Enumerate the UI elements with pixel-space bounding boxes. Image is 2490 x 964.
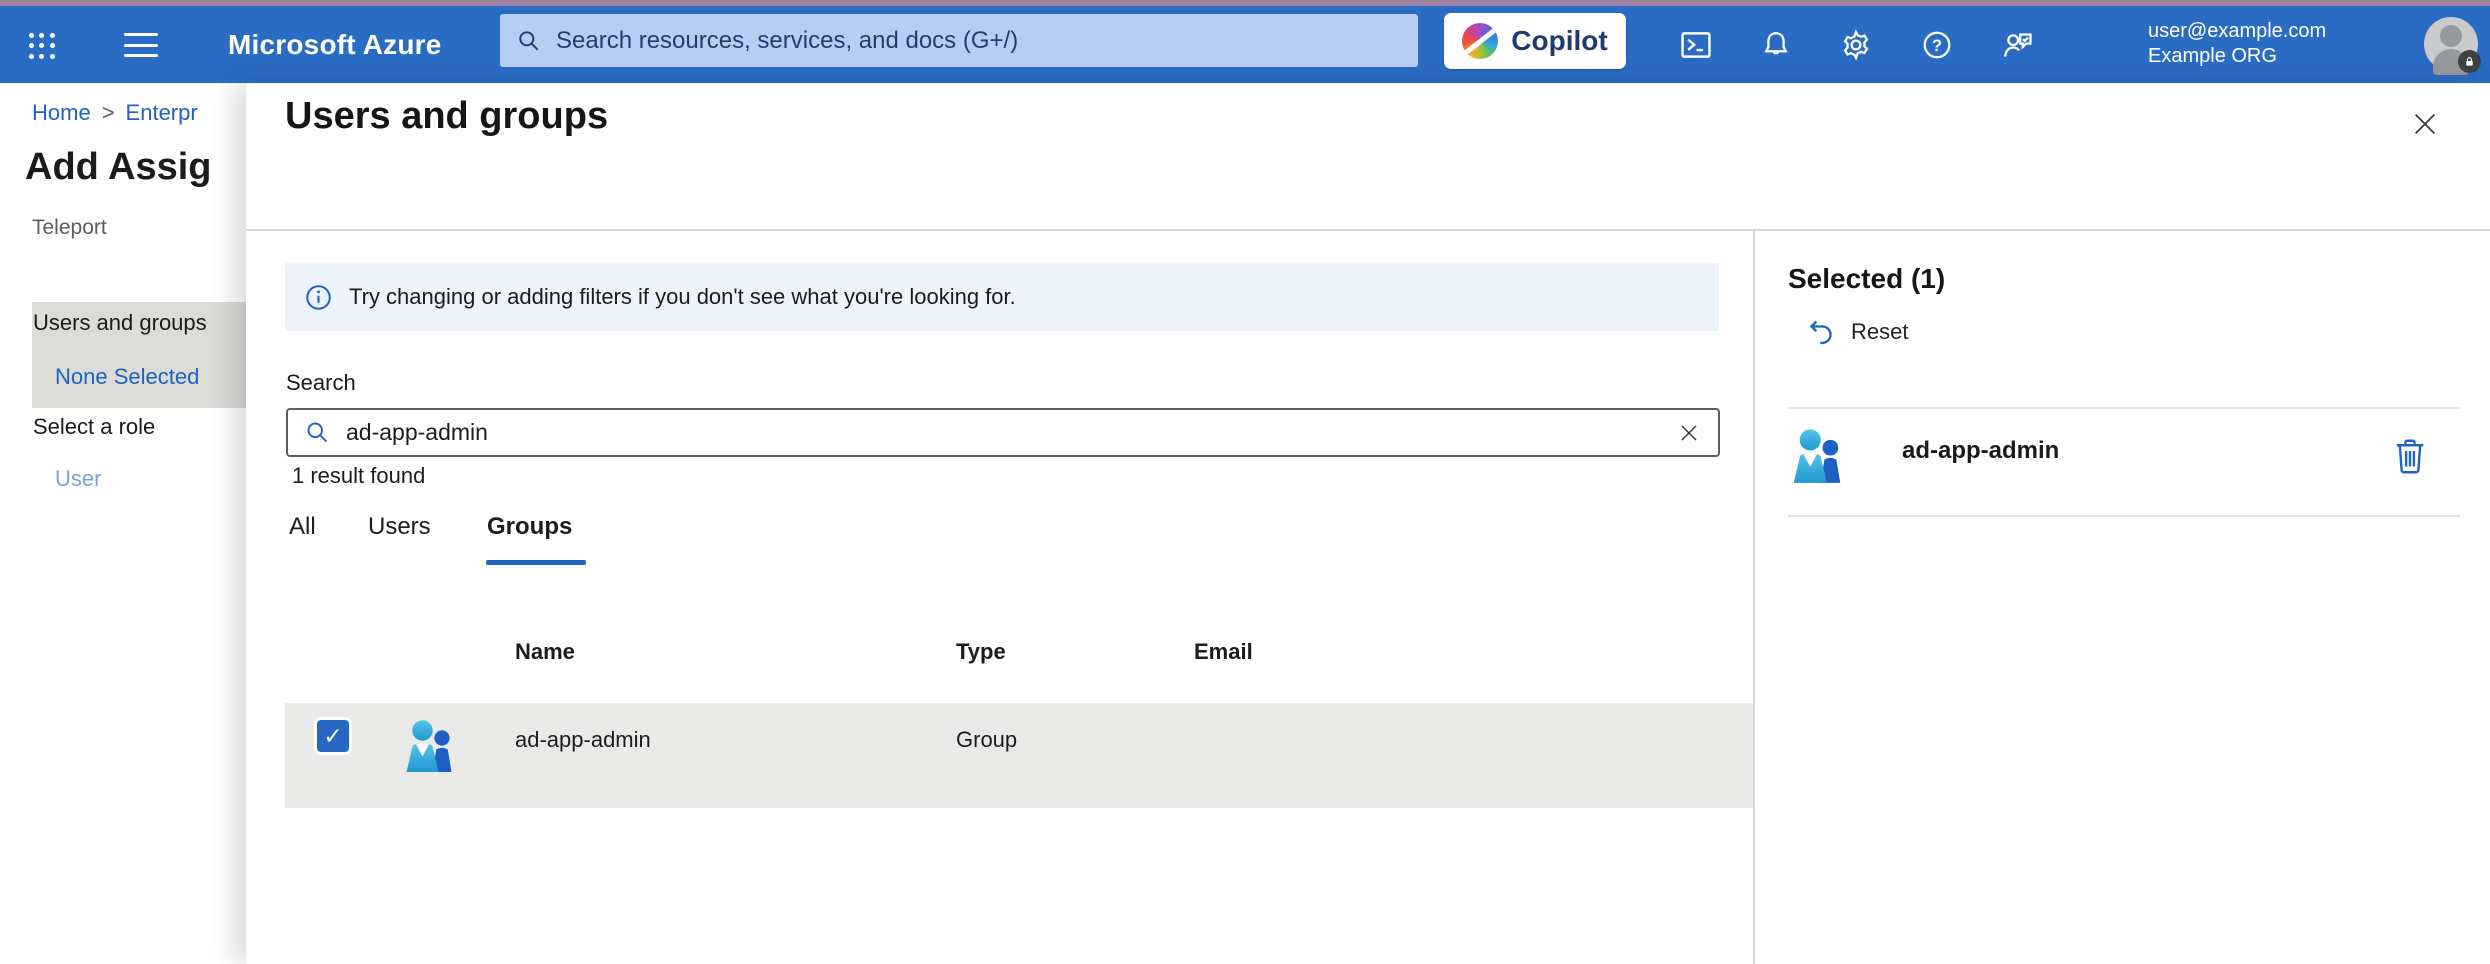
azure-top-bar: Microsoft Azure Copilot ? <box>0 6 2490 83</box>
panel-search-input[interactable] <box>346 419 1676 446</box>
avatar[interactable] <box>2424 17 2478 71</box>
selected-item-name: ad-app-admin <box>1902 437 2059 465</box>
tab-users[interactable]: Users <box>368 513 431 541</box>
panel-search-box[interactable] <box>286 408 1720 457</box>
selected-heading: Selected (1) <box>1788 263 1945 295</box>
hamburger-menu-icon[interactable] <box>124 33 158 57</box>
row-checkbox[interactable] <box>314 717 352 755</box>
account-email: user@example.com <box>2148 19 2326 44</box>
copilot-logo-icon <box>1462 23 1498 59</box>
svg-text:?: ? <box>1932 36 1942 55</box>
clear-icon <box>1677 421 1701 445</box>
undo-icon <box>1806 317 1836 347</box>
selected-divider-top <box>1788 407 2460 409</box>
search-icon <box>516 28 542 54</box>
panel-title: Users and groups <box>285 95 608 138</box>
row-type: Group <box>956 727 1017 753</box>
lock-icon <box>2458 50 2481 73</box>
page-title: Add Assig <box>25 146 212 189</box>
copilot-label: Copilot <box>1511 25 1607 57</box>
column-header-type: Type <box>956 639 1006 665</box>
tab-groups[interactable]: Groups <box>487 513 572 541</box>
users-groups-step-label: Users and groups <box>33 310 207 336</box>
column-header-email: Email <box>1194 639 1253 665</box>
table-row[interactable]: ad-app-admin Group <box>285 703 1754 808</box>
waffle-menu-icon[interactable] <box>26 30 58 62</box>
role-step-value-link[interactable]: User <box>55 466 101 492</box>
cloud-shell-icon <box>1679 28 1713 62</box>
breadcrumb: Home > Enterpr <box>32 100 198 126</box>
breadcrumb-trail-link[interactable]: Enterpr <box>126 100 198 125</box>
feedback-icon <box>2001 28 2035 62</box>
cloud-shell-button[interactable] <box>1678 26 1714 64</box>
breadcrumb-separator: > <box>102 100 115 125</box>
help-icon: ? <box>1921 29 1953 61</box>
selected-divider-bottom <box>1788 515 2460 517</box>
panel-vertical-divider <box>1753 229 1755 964</box>
active-tab-underline <box>486 560 586 565</box>
copilot-button[interactable]: Copilot <box>1444 13 1626 69</box>
row-name: ad-app-admin <box>515 727 651 753</box>
info-banner: Try changing or adding filters if you do… <box>285 263 1719 331</box>
group-icon <box>403 718 457 781</box>
role-step-label: Select a role <box>33 414 155 440</box>
gear-icon <box>1839 28 1873 62</box>
close-icon <box>2410 109 2440 139</box>
feedback-button[interactable] <box>2000 26 2036 64</box>
remove-selected-button[interactable] <box>2392 435 2428 475</box>
result-count: 1 result found <box>292 463 425 489</box>
trash-icon <box>2392 435 2428 475</box>
brand-title: Microsoft Azure <box>228 6 442 83</box>
search-icon <box>304 419 331 446</box>
column-header-name: Name <box>515 639 575 665</box>
group-icon <box>1790 427 1846 492</box>
bell-icon <box>1760 29 1792 61</box>
reset-button[interactable]: Reset <box>1806 317 1908 347</box>
notifications-button[interactable] <box>1758 26 1794 64</box>
tab-all[interactable]: All <box>289 513 316 541</box>
global-search-bar[interactable] <box>500 14 1418 67</box>
title-divider <box>246 229 2490 231</box>
account-org: Example ORG <box>2148 44 2326 69</box>
breadcrumb-home-link[interactable]: Home <box>32 100 91 125</box>
users-and-groups-panel: Users and groups Try changing or adding … <box>246 83 2490 964</box>
panel-close-button[interactable] <box>2410 109 2440 139</box>
info-banner-text: Try changing or adding filters if you do… <box>349 284 1016 310</box>
reset-label: Reset <box>1851 319 1908 345</box>
clear-search-button[interactable] <box>1676 420 1702 446</box>
global-search-input[interactable] <box>556 27 1402 55</box>
search-label: Search <box>286 370 356 396</box>
page-subtitle: Teleport <box>32 216 107 240</box>
info-icon <box>305 284 332 311</box>
settings-button[interactable] <box>1838 26 1874 64</box>
users-groups-step-value-link[interactable]: None Selected <box>55 364 199 390</box>
account-info[interactable]: user@example.com Example ORG <box>2148 19 2326 69</box>
help-button[interactable]: ? <box>1919 26 1955 64</box>
